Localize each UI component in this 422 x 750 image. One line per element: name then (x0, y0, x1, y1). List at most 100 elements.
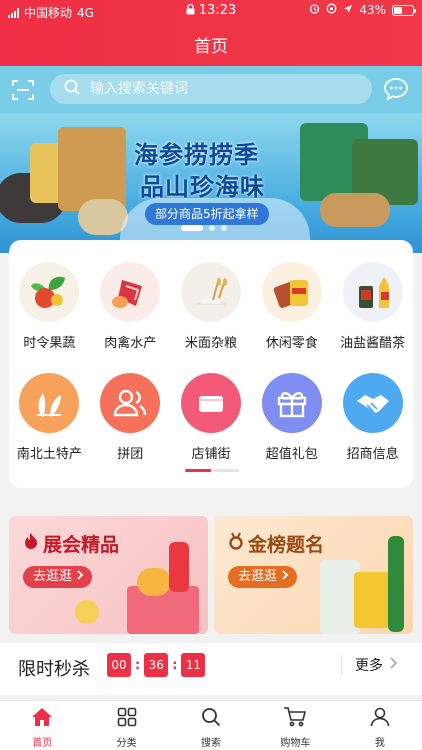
expo-go-label: 去逛逛 (33, 569, 73, 584)
category-item[interactable]: 米面杂粮 (171, 262, 252, 351)
category-label: 休闲零食 (265, 336, 318, 351)
meat-icon (100, 262, 161, 322)
countdown-separator: : (135, 657, 141, 673)
chevron-right-icon (76, 566, 84, 588)
tab-label: 首页 (32, 738, 53, 749)
grid-icon (117, 707, 137, 731)
category-label: 油盐酱醋茶 (340, 336, 406, 351)
expo-go-button[interactable]: 去逛逛 (23, 566, 93, 588)
ranking-promo-card[interactable]: 金榜题名 去逛逛 (214, 516, 413, 634)
category-card: 时令果蔬 肉禽水产 米面杂粮 休闲零食 油盐酱醋茶 南北土特产 拼团 店铺街 超… (9, 240, 413, 488)
product-image-nuts (320, 193, 390, 227)
tab-profile[interactable]: 我 (338, 701, 422, 750)
chips-bag-image (354, 572, 390, 628)
category-label: 米面杂粮 (184, 336, 237, 351)
store-icon (180, 373, 241, 433)
category-label: 拼团 (117, 447, 144, 462)
rotation-lock-icon (326, 3, 337, 17)
banner-headline-1: 海参捞捞季 (134, 141, 259, 169)
tab-label: 我 (374, 738, 385, 749)
status-time: 13:23 (198, 3, 237, 18)
category-label: 时令果蔬 (23, 336, 76, 351)
lemon-image (75, 600, 99, 624)
banner-headline-2: 品山珍海味 (140, 173, 265, 201)
banner-tagline: 部分商品5折起拿样 (145, 203, 269, 225)
banner-dot[interactable] (209, 225, 215, 231)
countdown-hours: 00 (107, 653, 131, 677)
banner-dot[interactable] (221, 225, 227, 231)
banner-dot[interactable] (181, 225, 203, 231)
flash-sale-title: 限时秒杀 (18, 659, 90, 680)
category-item[interactable]: 招商信息 (332, 373, 413, 462)
message-icon[interactable] (384, 78, 408, 101)
more-label: 更多 (355, 658, 383, 674)
battery-percent: 43% (359, 3, 386, 17)
chevron-right-icon (281, 566, 289, 588)
category-item[interactable]: 时令果蔬 (9, 262, 90, 351)
fruit-image (137, 568, 171, 596)
category-label: 店铺街 (191, 447, 231, 462)
tab-label: 购物车 (280, 738, 311, 749)
location-icon (343, 3, 353, 17)
expo-promo-title: 展会精品 (43, 534, 120, 556)
search-icon (64, 79, 80, 99)
expo-promo-card[interactable]: 展会精品 去逛逛 (9, 516, 208, 634)
flash-sale-bar: 限时秒杀 00 : 36 : 11 更多 (0, 643, 422, 695)
beer-bottle-image (388, 536, 404, 632)
search-bar[interactable] (50, 74, 372, 104)
category-item[interactable]: 南北土特产 (9, 373, 90, 462)
category-label: 南北土特产 (16, 447, 82, 462)
promo-banner[interactable]: 海参捞捞季 品山珍海味 部分商品5折起拿样 (0, 113, 422, 253)
countdown-timer: 00 : 36 : 11 (107, 653, 206, 677)
category-label: 招商信息 (346, 447, 399, 462)
bottle-image (169, 542, 189, 592)
alarm-icon (309, 3, 320, 17)
cart-icon (283, 707, 307, 731)
fire-icon (23, 532, 39, 555)
ranking-promo-title: 金榜题名 (248, 534, 325, 556)
group-buy-icon (100, 373, 161, 433)
vegetables-icon (19, 262, 80, 322)
snacks-icon (261, 262, 322, 322)
category-item[interactable]: 店铺街 (171, 373, 252, 462)
status-bar: 中国移动 4G 13:23 43% (0, 0, 422, 22)
handshake-icon (342, 373, 403, 433)
condiment-icon (342, 262, 403, 322)
ranking-go-button[interactable]: 去逛逛 (228, 566, 298, 588)
bottom-tab-bar: 首页 分类 搜索 购物车 我 (0, 700, 422, 750)
countdown-seconds: 11 (181, 653, 206, 677)
category-item[interactable]: 肉禽水产 (90, 262, 171, 351)
tab-home[interactable]: 首页 (0, 701, 84, 750)
category-grid: 时令果蔬 肉禽水产 米面杂粮 休闲零食 油盐酱醋茶 南北土特产 拼团 店铺街 超… (9, 262, 413, 462)
page-title: 首页 (194, 37, 228, 57)
ranking-go-label: 去逛逛 (238, 569, 278, 584)
category-label: 超值礼包 (265, 447, 318, 462)
banner-pagination (181, 225, 227, 231)
home-icon (31, 707, 53, 731)
specialty-icon (19, 373, 80, 433)
more-link[interactable]: 更多 (355, 655, 397, 675)
chevron-right-icon (389, 657, 397, 673)
search-input[interactable] (90, 81, 320, 97)
category-item[interactable]: 油盐酱醋茶 (332, 262, 413, 351)
divider (341, 655, 342, 675)
category-item[interactable]: 拼团 (90, 373, 171, 462)
search-band (0, 66, 422, 113)
scan-icon[interactable] (12, 79, 34, 101)
gift-icon (261, 373, 322, 433)
grain-icon (180, 262, 241, 322)
profile-icon (370, 707, 390, 731)
category-pager (185, 469, 239, 472)
countdown-minutes: 36 (144, 653, 169, 677)
tab-category[interactable]: 分类 (84, 701, 168, 750)
countdown-separator: : (172, 657, 178, 673)
tab-search[interactable]: 搜索 (169, 701, 253, 750)
lock-icon (186, 3, 195, 19)
top-bar: 中国移动 4G 13:23 43% 首页 (0, 0, 422, 66)
category-item[interactable]: 超值礼包 (251, 373, 332, 462)
tab-cart[interactable]: 购物车 (253, 701, 337, 750)
tab-label: 搜索 (201, 738, 222, 749)
category-item[interactable]: 休闲零食 (251, 262, 332, 351)
search-icon (201, 707, 221, 731)
medal-icon (228, 532, 244, 555)
